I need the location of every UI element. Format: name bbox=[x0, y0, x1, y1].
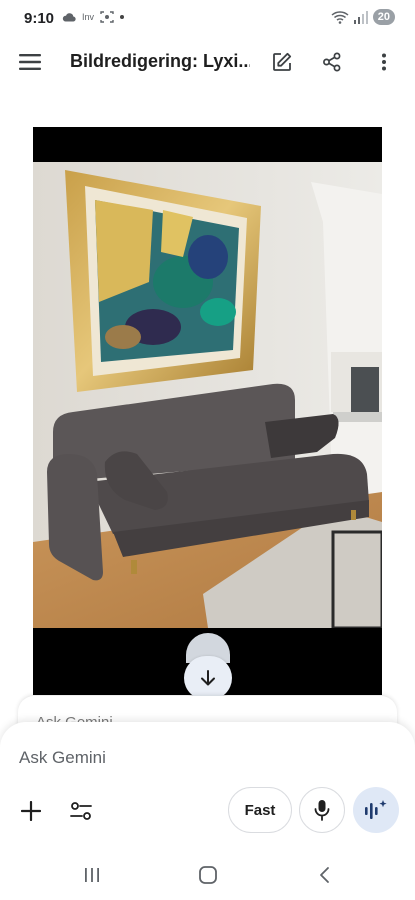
screenshot-icon bbox=[100, 11, 114, 23]
composer-sheet: Fast bbox=[0, 722, 415, 852]
recents-icon bbox=[85, 868, 99, 882]
tools-button[interactable] bbox=[62, 792, 100, 830]
battery-indicator: 20 bbox=[372, 9, 395, 25]
plus-icon bbox=[21, 801, 41, 821]
notification-dot bbox=[120, 15, 125, 19]
live-sparkle-icon bbox=[365, 800, 387, 819]
carrier-label: Inv bbox=[82, 12, 95, 22]
page-title: Bildredigering: Lyxi... bbox=[70, 51, 250, 71]
image-viewer[interactable] bbox=[33, 127, 382, 695]
back-button[interactable] bbox=[304, 860, 344, 890]
system-nav-bar bbox=[0, 852, 415, 900]
back-icon bbox=[320, 867, 329, 883]
more-vert-icon bbox=[382, 53, 386, 71]
edit-button[interactable] bbox=[262, 42, 302, 82]
status-time: 9:10 bbox=[24, 10, 55, 27]
menu-icon bbox=[19, 54, 41, 70]
cloud-icon bbox=[62, 13, 76, 22]
share-icon bbox=[323, 52, 341, 72]
home-icon bbox=[199, 866, 217, 884]
mic-icon bbox=[314, 800, 330, 821]
signal-icon bbox=[353, 10, 368, 24]
status-system-icons: 20 bbox=[331, 9, 395, 25]
share-button[interactable] bbox=[312, 42, 352, 82]
scroll-down-button[interactable] bbox=[184, 656, 232, 700]
mode-selector-button[interactable]: Fast bbox=[228, 787, 292, 833]
home-button[interactable] bbox=[188, 860, 228, 890]
tune-icon bbox=[70, 802, 92, 820]
live-button[interactable] bbox=[353, 787, 399, 833]
living-room-photo bbox=[33, 162, 382, 628]
status-notification-icons: Inv bbox=[62, 11, 125, 23]
app-bar: Bildredigering: Lyxi... bbox=[0, 38, 415, 86]
edit-icon bbox=[273, 52, 292, 71]
ask-gemini-input[interactable] bbox=[19, 748, 379, 768]
wifi-icon bbox=[331, 11, 349, 24]
status-bar: 9:10 Inv 20 bbox=[0, 0, 415, 38]
menu-button[interactable] bbox=[10, 42, 50, 82]
recents-button[interactable] bbox=[72, 860, 112, 890]
add-button[interactable] bbox=[12, 792, 50, 830]
mic-button[interactable] bbox=[299, 787, 345, 833]
more-options-button[interactable] bbox=[364, 42, 404, 82]
arrow-down-icon bbox=[201, 670, 215, 686]
